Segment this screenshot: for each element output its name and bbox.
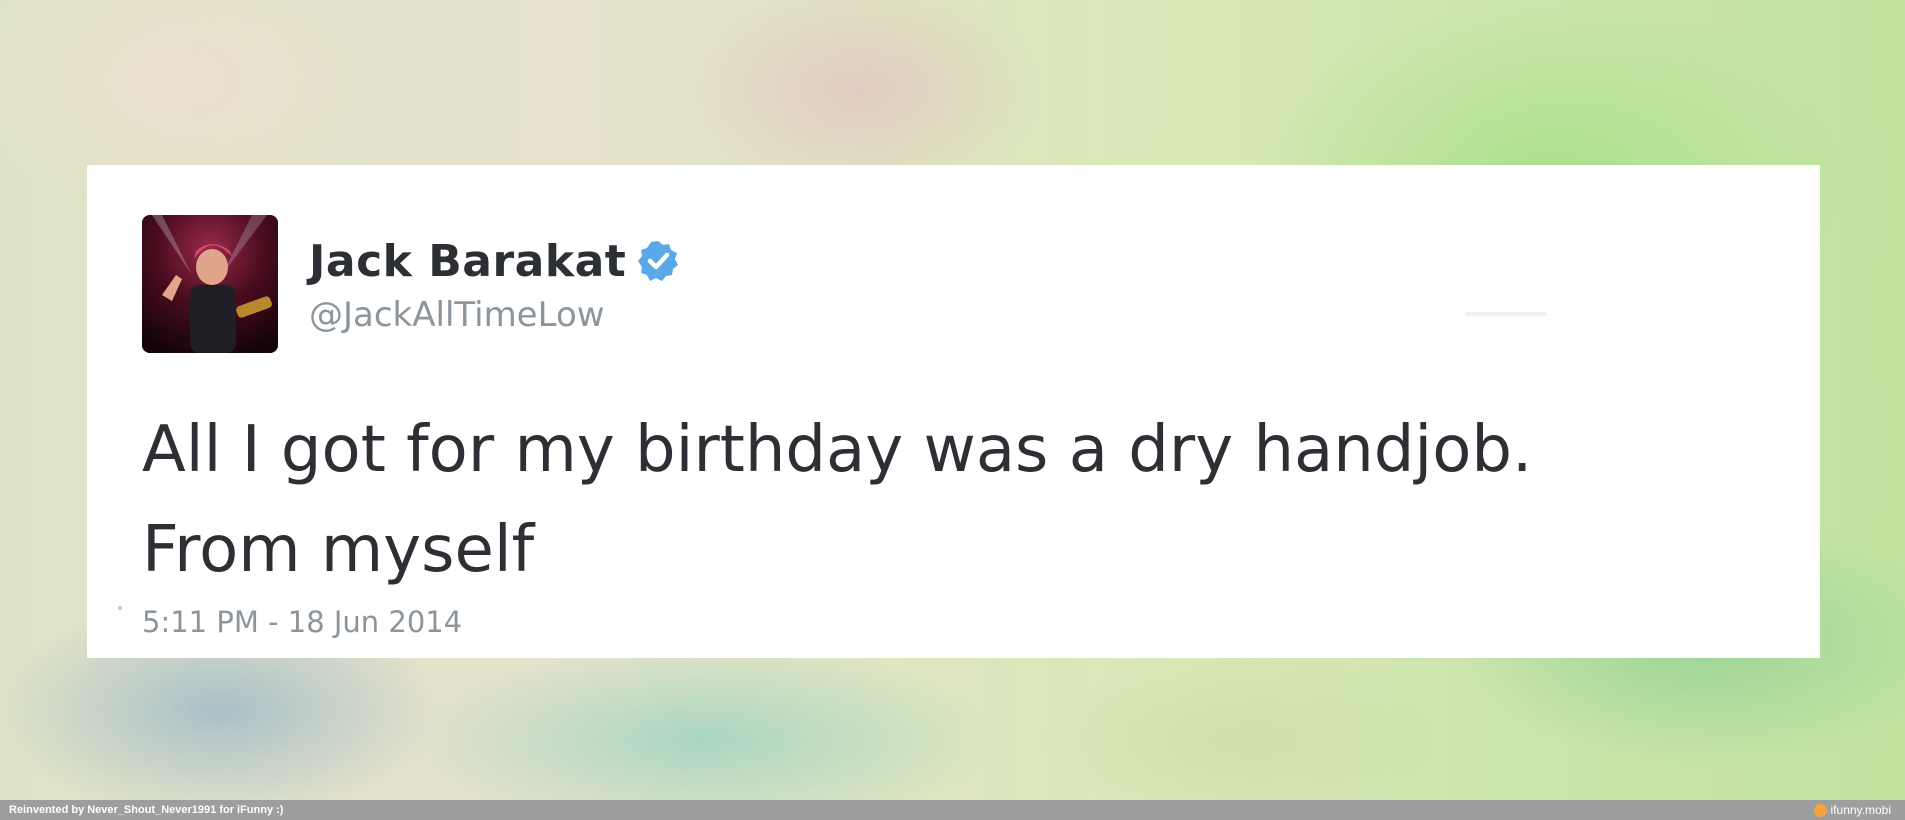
tweet-timestamp[interactable]: 5:11 PM - 18 Jun 2014: [142, 605, 462, 639]
ifunny-logo-icon: [1813, 803, 1827, 817]
tweet-card: Jack Barakat @JackAllTimeLow All I got f…: [87, 165, 1820, 658]
verified-badge-icon: [638, 241, 679, 281]
avatar[interactable]: [142, 215, 278, 353]
divider: [1465, 312, 1547, 316]
avatar-photo: [142, 215, 278, 353]
footer-bar: Reinvented by Never_Shout_Never1991 for …: [0, 800, 1905, 820]
footer-credit: Reinvented by Never_Shout_Never1991 for …: [9, 804, 284, 816]
author-row: Jack Barakat: [309, 231, 680, 291]
speck: [118, 606, 122, 610]
tweet-text-line-1: All I got for my birthday was a dry hand…: [142, 413, 1533, 487]
author-handle[interactable]: @JackAllTimeLow: [309, 295, 605, 335]
footer-brand[interactable]: ifunny.mobi: [1813, 803, 1891, 817]
author-name[interactable]: Jack Barakat: [309, 236, 626, 287]
tweet-text: All I got for my birthday was a dry hand…: [142, 400, 1782, 600]
tweet-text-line-2: From myself: [142, 513, 535, 587]
footer-brand-label: ifunny.mobi: [1830, 803, 1891, 817]
